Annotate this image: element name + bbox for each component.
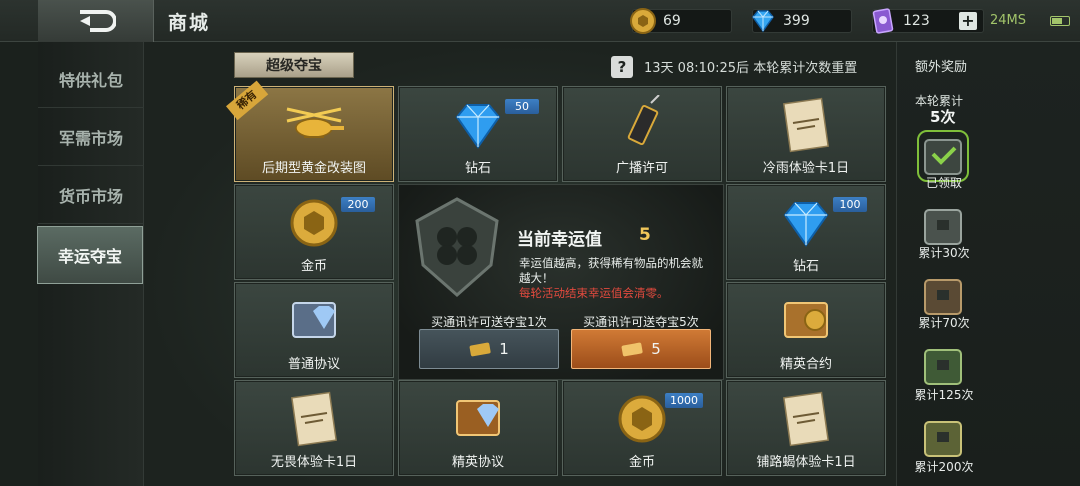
extra-rewards-panel: 额外奖励 本轮累计 5次 已领取 累计30次 累计70次 累计125次 累计20… [896,42,1080,486]
page-title: 商城 [168,12,211,34]
back-arrow-icon [79,10,116,32]
prize-label: 金币 [300,259,327,274]
prize-cell-gold-mod[interactable]: 稀有 后期型黄金改装图 [226,80,394,182]
lucky-value-number: 5 [639,225,651,245]
buy-once-button[interactable]: 1 [419,329,559,369]
quantity-badge: 50 [505,99,539,114]
prize-cell-broadcast[interactable]: 广播许可 [562,86,722,182]
ticket-card-icon [872,8,894,34]
elite-protocol-icon [456,400,500,436]
sidebar-item-currency-market[interactable]: 货币市场 [38,166,144,224]
sidebar-item-special-packs[interactable]: 特供礼包 [38,50,144,108]
top-bar: 商城 69 399 123 + 24MS [0,0,1080,42]
gold-coin-icon [290,199,338,247]
reset-countdown: 13天 08:10:25后 本轮累计次数重置 [644,61,858,76]
sidebar-item-label: 幸运夺宝 [57,247,122,266]
diamond-icon [455,104,501,149]
diamond-icon [752,10,774,33]
prize-cell-elite-contract[interactable]: 精英合约 [726,282,886,378]
clover-emblem-icon [415,197,499,298]
prize-label: 铺路蝎体验卡1日 [756,455,856,470]
prize-label: 无畏体验卡1日 [270,455,358,470]
buy-five-button[interactable]: 5 [571,329,711,369]
prize-cell-normal-protocol[interactable]: 普通协议 [234,282,394,378]
reward-label: 已领取 [925,176,962,190]
reward-label: 累计125次 [914,388,974,402]
prize-label: 冷雨体验卡1日 [762,161,850,176]
prize-label: 广播许可 [615,161,668,176]
radio-icon [627,95,660,146]
reward-label: 累计30次 [918,246,970,260]
prize-cell-gold-200[interactable]: 200 金币 [234,184,394,280]
prize-label: 普通协议 [287,357,340,372]
prize-cell-gold-1000[interactable]: 1000 金币 [562,380,722,476]
sidebar-item-military-market[interactable]: 军需市场 [38,108,144,166]
elite-contract-icon [784,302,828,338]
tab-super-treasure[interactable]: 超级夺宝 [234,52,354,78]
sidebar-item-lucky-treasure[interactable]: 幸运夺宝 [37,226,143,284]
quantity-badge: 200 [341,197,375,212]
prize-label: 后期型黄金改装图 [261,161,366,176]
protocol-card-icon [292,302,336,338]
diamond-icon [783,202,829,247]
lucky-reset-warning: 每轮活动结束幸运值会清零。 [519,286,669,300]
ping-readout: 24MS [990,13,1027,28]
blueprint-scroll-icon [782,97,830,153]
prize-cell-diamond-100[interactable]: 100 钻石 [726,184,886,280]
battery-icon [1050,16,1070,26]
lucky-description: 幸运值越高，获得稀有物品的机会就越大！ [519,256,703,285]
quantity-badge: 1000 [665,393,703,408]
gold-balance: 69 [630,8,732,34]
lucky-value-panel: 当前幸运值 5 幸运值越高，获得稀有物品的机会就越大！ 每轮活动结束幸运值会清零… [398,184,724,380]
prize-cell-wuwei-card[interactable]: 无畏体验卡1日 [234,380,394,476]
blueprint-scroll-icon [290,391,338,447]
prize-cell-diamond-50[interactable]: 50 钻石 [398,86,558,182]
quantity-badge: 100 [833,197,867,212]
lucky-treasure-panel: 超级夺宝 ? 13天 08:10:25后 本轮累计次数重置 稀有 后期型黄金改装… [144,42,896,486]
prize-label: 钻石 [464,161,491,176]
blueprint-scroll-icon [782,391,830,447]
buy-once-label: 买通讯许可送夺宝1次 [431,315,547,329]
cumulative-count: 5次 [930,108,956,126]
sidebar: 特供礼包 军需市场 货币市场 幸运夺宝 [37,42,144,486]
sidebar-item-label: 货币市场 [58,186,123,206]
back-button[interactable] [38,0,154,42]
prize-label: 金币 [628,455,655,470]
prize-label: 钻石 [792,259,819,274]
sidebar-item-label: 军需市场 [58,128,123,148]
helicopter-icon [286,107,344,138]
ticket-icon [469,342,491,357]
prize-cell-lengyu-card[interactable]: 冷雨体验卡1日 [726,86,886,182]
prize-cell-elite-protocol[interactable]: 精英协议 [398,380,558,476]
prize-label: 精英协议 [451,455,504,470]
reward-chest-icon[interactable] [917,340,969,392]
prize-cell-pulu-card[interactable]: 铺路蝎体验卡1日 [726,380,886,476]
gold-coin-icon [630,8,656,34]
lucky-value-title: 当前幸运值 [517,230,602,250]
help-button[interactable]: ? [611,56,633,78]
add-currency-button[interactable]: + [959,12,977,30]
diamond-balance: 399 [752,9,852,33]
rare-tag: 稀有 [226,80,269,121]
buy-five-label: 买通讯许可送夺宝5次 [583,315,699,329]
ticket-icon [621,342,643,357]
reward-chest-icon[interactable] [917,412,969,464]
reward-label: 累计200次 [914,460,974,474]
extra-rewards-title: 额外奖励 [915,60,968,75]
reward-label: 累计70次 [918,316,970,330]
prize-label: 精英合约 [779,357,832,372]
sidebar-item-label: 特供礼包 [58,70,123,90]
